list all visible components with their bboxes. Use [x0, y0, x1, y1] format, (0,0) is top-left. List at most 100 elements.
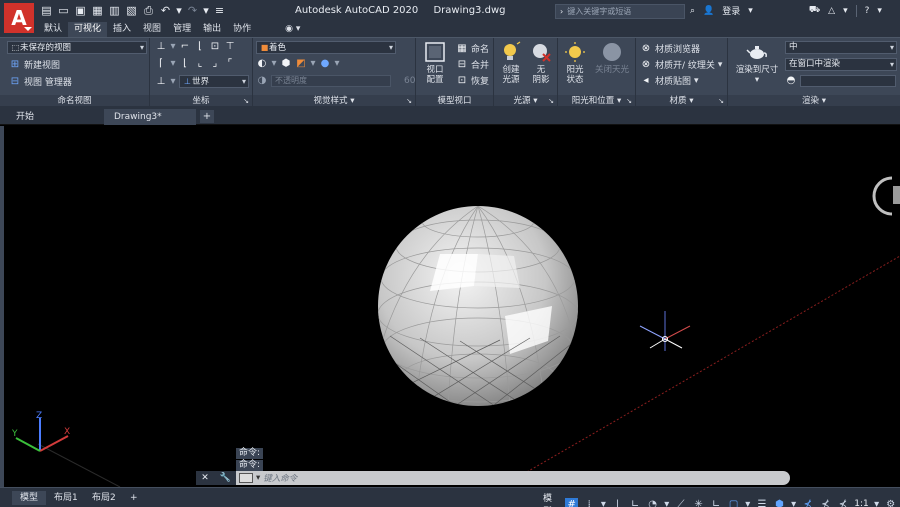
undo-dropdown-icon[interactable]: ▾: [176, 4, 182, 17]
opacity-slider[interactable]: 不透明度: [271, 75, 391, 87]
lighting-sphere-icon[interactable]: ●: [319, 58, 331, 70]
save-to-web-icon[interactable]: ▧: [125, 4, 138, 17]
auto-scale-icon[interactable]: ⊀: [819, 498, 832, 507]
sign-in-link[interactable]: 登录: [722, 4, 740, 17]
material-mapping-button[interactable]: ◂ 材质贴图 ▾: [640, 74, 698, 88]
annotation-scale-icon[interactable]: ⊀: [837, 498, 850, 507]
ucs-named-dropdown-icon[interactable]: ▾: [170, 76, 176, 88]
render-preset-icon[interactable]: ◓: [785, 75, 797, 87]
viewcube-icon[interactable]: [872, 176, 900, 216]
viewport-restore-button[interactable]: ⊡ 恢复: [456, 74, 489, 88]
osnap-dropdown-icon[interactable]: ▾: [745, 498, 751, 507]
help-icon[interactable]: ?: [865, 6, 870, 16]
ucs-view-icon[interactable]: ⊡: [209, 41, 221, 53]
annotation-scale-value[interactable]: 1:1: [854, 499, 868, 507]
autodesk-app-icon[interactable]: △: [828, 6, 835, 16]
shadow-style-icon[interactable]: ◩: [295, 58, 307, 70]
viewport-config-button[interactable]: 视口 配置: [420, 41, 450, 85]
ucs-origin-icon[interactable]: ⌐: [179, 41, 191, 53]
view-manager-button[interactable]: ⊟ 视图 管理器: [9, 75, 72, 89]
ortho-mode-icon[interactable]: ∟: [629, 498, 642, 507]
opacity-icon[interactable]: ◑: [256, 75, 268, 87]
infer-constraints-icon[interactable]: |: [611, 498, 624, 507]
new-file-icon[interactable]: ▤: [40, 4, 53, 17]
open-from-web-icon[interactable]: ▥: [108, 4, 121, 17]
lineweight-icon[interactable]: ☰: [756, 498, 769, 507]
tab-output[interactable]: 输出: [197, 22, 227, 37]
materials-on-off-button[interactable]: ⊗ 材质开/ 纹理关 ▾: [640, 58, 723, 72]
snap-dropdown-icon[interactable]: ▾: [600, 498, 606, 507]
tab-insert[interactable]: 插入: [107, 22, 137, 37]
ucs-3point-dropdown-icon[interactable]: ▾: [170, 58, 176, 70]
settings-gear-icon[interactable]: ⚙: [885, 498, 898, 507]
ucs-dropdown[interactable]: ⊥世界: [179, 75, 249, 88]
tab-visualize[interactable]: 可视化: [68, 22, 108, 37]
layout-tab-layout1[interactable]: 布局1: [46, 491, 86, 505]
polar-tracking-icon[interactable]: ◔: [646, 498, 659, 507]
ucs-object-icon[interactable]: ⊤: [224, 41, 236, 53]
undo-icon[interactable]: ↶: [159, 4, 172, 17]
workspace-dropdown-icon[interactable]: ▾: [791, 498, 797, 507]
plot-icon[interactable]: ⎙: [142, 4, 155, 17]
render-output-field[interactable]: [800, 75, 896, 87]
redo-icon[interactable]: ↷: [186, 4, 199, 17]
shadow-style-dropdown-icon[interactable]: ▾: [310, 58, 316, 70]
render-in-dropdown[interactable]: 在窗口中渲染: [785, 58, 897, 71]
help-search-box[interactable]: › 键入关键字或短语: [555, 4, 685, 19]
viewport-canvas[interactable]: Z X Y: [0, 126, 900, 487]
saved-view-dropdown[interactable]: ⬚未保存的视图: [7, 41, 147, 54]
help-dropdown-icon[interactable]: ▾: [877, 6, 882, 16]
create-light-button[interactable]: 创建 光源: [496, 41, 526, 85]
customize-command-line-icon[interactable]: 🔧: [219, 473, 230, 483]
recent-commands-dropdown-icon[interactable]: ▾: [256, 473, 260, 483]
doc-tab-start[interactable]: 开始: [6, 109, 101, 125]
annotation-visibility-icon[interactable]: ⊀: [802, 498, 815, 507]
model-space-button[interactable]: 模型: [543, 491, 560, 507]
ucs-dropdown-icon[interactable]: ▾: [170, 41, 176, 53]
command-input[interactable]: ▾ 键入命令: [236, 472, 297, 484]
render-to-size-button[interactable]: 渲染到尺寸 ▾: [732, 41, 782, 85]
sphere-object[interactable]: [378, 205, 578, 416]
face-style-icon[interactable]: ⬢: [280, 58, 292, 70]
lighting-dropdown-icon[interactable]: ▾: [334, 58, 340, 70]
isodraft-icon[interactable]: ⟋: [675, 498, 688, 507]
cart-icon[interactable]: ⛟: [809, 5, 820, 16]
tab-collaborate[interactable]: 协作: [227, 22, 257, 37]
ribbon-extra-toggle[interactable]: ◉ ▾: [279, 22, 306, 37]
recent-commands-icon[interactable]: [239, 473, 253, 483]
snap-mode-icon[interactable]: ⁞: [583, 498, 596, 507]
object-snap-3d-icon[interactable]: ▢: [727, 498, 740, 507]
tab-manage[interactable]: 管理: [167, 22, 197, 37]
sign-in-dropdown-icon[interactable]: ▾: [748, 6, 753, 16]
ucs-face-icon[interactable]: ⌟: [209, 58, 221, 70]
new-view-button[interactable]: ⊞ 新建视图: [9, 58, 60, 72]
ucs-z-icon[interactable]: ⌞: [194, 58, 206, 70]
ucs-3point-icon[interactable]: ⌈: [155, 58, 167, 70]
render-quality-dropdown[interactable]: 中: [785, 41, 897, 54]
viewport-join-button[interactable]: ⊟ 合并: [456, 58, 489, 72]
drawing-viewport[interactable]: Z X Y: [0, 126, 900, 487]
no-shadow-button[interactable]: 无 阴影: [526, 41, 556, 85]
customize-qat-icon[interactable]: ≡: [213, 4, 226, 17]
viewport-name-button[interactable]: ▦ 命名: [456, 42, 489, 56]
new-tab-button[interactable]: +: [200, 110, 214, 123]
object-snap-tracking-icon[interactable]: ✳: [692, 498, 705, 507]
ucs-x-icon[interactable]: ⌊: [194, 41, 206, 53]
application-menu-button[interactable]: A: [4, 3, 34, 33]
ucs-rotate-icon[interactable]: ⌜: [224, 58, 236, 70]
visual-style-dropdown[interactable]: ■着色: [256, 41, 396, 54]
sun-status-button[interactable]: 阳光 状态: [560, 41, 590, 85]
tab-default[interactable]: 默认: [38, 22, 68, 37]
scale-dropdown-icon[interactable]: ▾: [874, 498, 880, 507]
ucs-y-icon[interactable]: ⌊: [179, 58, 191, 70]
edge-effects-icon[interactable]: ◐: [256, 58, 268, 70]
sky-off-button[interactable]: 关闭天光: [592, 41, 632, 75]
layout-tab-layout2[interactable]: 布局2: [84, 491, 124, 505]
search-icon[interactable]: ⌕: [690, 6, 695, 16]
material-browser-button[interactable]: ⊗ 材质浏览器: [640, 42, 700, 56]
ucs-icon[interactable]: ⊥: [155, 41, 167, 53]
user-icon[interactable]: 👤: [703, 6, 714, 16]
tab-view[interactable]: 视图: [137, 22, 167, 37]
grid-display-icon[interactable]: #: [565, 497, 578, 507]
polar-dropdown-icon[interactable]: ▾: [664, 498, 670, 507]
